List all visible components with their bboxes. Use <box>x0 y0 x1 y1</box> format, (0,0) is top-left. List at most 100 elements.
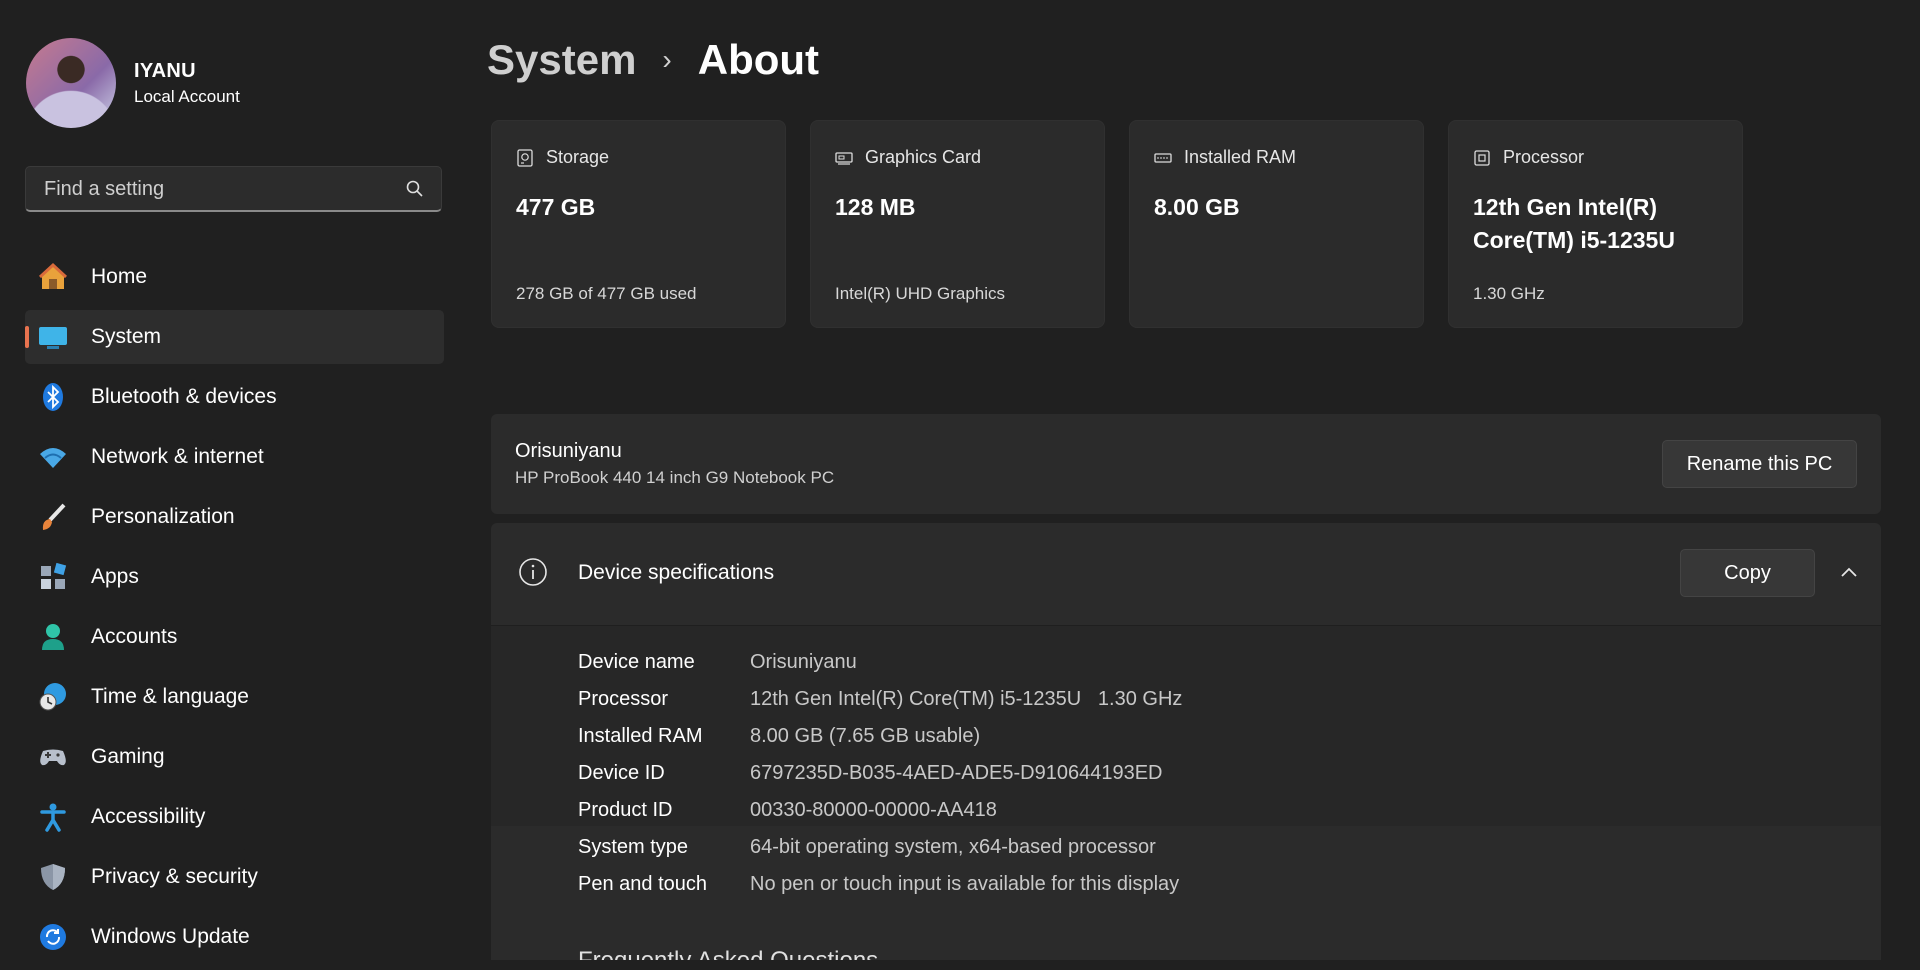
graphics-card[interactable]: Graphics Card 128 MB Intel(R) UHD Graphi… <box>810 120 1105 328</box>
sidebar-item-home[interactable]: Home <box>25 250 444 304</box>
processor-card[interactable]: Processor 12th Gen Intel(R) Core(TM) i5-… <box>1448 120 1743 328</box>
device-specifications-panel: Device specifications Copy Device name Or… <box>491 523 1881 960</box>
breadcrumb: System › About <box>487 36 819 84</box>
sidebar-item-label: Time & language <box>91 685 249 708</box>
spec-row: Pen and touch No pen or touch input is av… <box>578 866 1182 903</box>
sidebar-item-accounts[interactable]: Accounts <box>25 610 444 664</box>
rename-pc-button[interactable]: Rename this PC <box>1662 440 1857 488</box>
sidebar-item-accessibility[interactable]: Accessibility <box>25 790 444 844</box>
sidebar-item-label: Windows Update <box>91 925 250 948</box>
spec-label: Processor <box>578 688 669 710</box>
info-icon <box>519 558 547 586</box>
spec-row: Installed RAM 8.00 GB (7.65 GB usable) <box>578 718 1182 755</box>
copy-button[interactable]: Copy <box>1680 549 1815 597</box>
spec-row: System type 64-bit operating system, x64-… <box>578 829 1182 866</box>
chevron-up-icon[interactable] <box>1839 563 1859 583</box>
ram-icon <box>1154 152 1172 163</box>
spec-label: Device ID <box>578 762 665 784</box>
sidebar-item-network[interactable]: Network & internet <box>25 430 444 484</box>
chevron-right-icon: › <box>662 44 672 75</box>
spec-row: Device name Orisuniyanu <box>578 644 1182 681</box>
card-header: Installed RAM <box>1154 147 1296 168</box>
accessibility-icon <box>37 801 69 833</box>
sidebar-item-label: Accessibility <box>91 805 206 828</box>
sidebar-item-personalization[interactable]: Personalization <box>25 490 444 544</box>
bluetooth-icon <box>37 381 69 413</box>
graphics-card-icon <box>835 151 853 165</box>
card-subtext: 1.30 GHz <box>1473 284 1545 303</box>
apps-icon <box>37 561 69 593</box>
sidebar-item-label: Gaming <box>91 745 165 768</box>
spec-list: Device name Orisuniyanu Processor 12th Gen… <box>578 644 1182 903</box>
faq-heading[interactable]: Frequently Asked Questions <box>578 947 878 960</box>
spec-label: Pen and touch <box>578 873 707 895</box>
globe-clock-icon <box>37 681 69 713</box>
spec-row: Device ID 6797235D-B035-4AED-ADE5-D910644… <box>578 755 1182 792</box>
card-subtext: 278 GB of 477 GB used <box>516 284 697 303</box>
sidebar-item-privacy[interactable]: Privacy & security <box>25 850 444 904</box>
spec-value: 8.00 GB (7.65 GB usable) <box>750 725 981 747</box>
brush-icon <box>37 501 69 533</box>
sidebar-item-gaming[interactable]: Gaming <box>25 730 444 784</box>
card-value: 477 GB <box>516 194 596 220</box>
pc-model: HP ProBook 440 14 inch G9 Notebook PC <box>515 468 835 487</box>
spec-row: Processor 12th Gen Intel(R) Core(TM) i5-1… <box>578 681 1182 718</box>
sidebar-item-label: Home <box>91 265 148 288</box>
card-title: Installed RAM <box>1184 147 1297 167</box>
sidebar-item-label: Network & internet <box>91 445 264 468</box>
sidebar-item-windows-update[interactable]: Windows Update <box>25 910 444 964</box>
section-title: Device specifications <box>578 561 775 584</box>
card-title: Processor <box>1503 147 1585 167</box>
processor-icon <box>1474 149 1490 166</box>
sidebar: IYANU Local Account Home System Bl <box>0 0 460 960</box>
spec-value: No pen or touch input is available for t… <box>750 873 1180 895</box>
shield-icon <box>37 861 69 893</box>
spec-value: 6797235D-B035-4AED-ADE5-D910644193ED <box>750 762 1163 784</box>
spec-label: Product ID <box>578 799 673 821</box>
spec-label: Installed RAM <box>578 725 703 747</box>
spec-value: 64-bit operating system, x64-based proce… <box>750 836 1156 858</box>
avatar[interactable] <box>26 38 116 128</box>
spec-row: Product ID 00330-80000-00000-AA418 <box>578 792 1182 829</box>
spec-label: System type <box>578 836 689 858</box>
sidebar-item-bluetooth[interactable]: Bluetooth & devices <box>25 370 444 424</box>
device-specifications-header[interactable]: Device specifications Copy <box>491 523 1881 626</box>
card-value: 128 MB <box>835 194 916 220</box>
profile-name: IYANU <box>134 59 196 82</box>
device-specifications-body: Device name Orisuniyanu Processor 12th Gen… <box>491 626 1881 895</box>
card-value: 8.00 GB <box>1154 194 1240 220</box>
ram-card[interactable]: Installed RAM 8.00 GB <box>1129 120 1424 328</box>
pc-name-panel: Orisuniyanu HP ProBook 440 14 inch G9 No… <box>491 414 1881 514</box>
breadcrumb-parent[interactable]: System <box>487 36 636 84</box>
card-title: Graphics Card <box>865 147 982 167</box>
person-icon <box>37 621 69 653</box>
sidebar-item-apps[interactable]: Apps <box>25 550 444 604</box>
summary-cards: Storage 477 GB 278 GB of 477 GB used Gra… <box>491 120 1767 328</box>
card-header: Processor <box>1473 147 1584 168</box>
sidebar-item-label: System <box>91 325 162 348</box>
storage-icon <box>517 148 533 167</box>
card-header: Graphics Card <box>835 147 981 168</box>
search-input[interactable] <box>42 177 386 202</box>
profile-text: IYANU Local Account <box>134 60 240 107</box>
gamepad-icon <box>37 741 69 773</box>
search-icon[interactable] <box>405 179 425 199</box>
spec-label: Device name <box>578 651 695 673</box>
sidebar-item-label: Privacy & security <box>91 865 258 888</box>
sidebar-item-label: Personalization <box>91 505 235 528</box>
user-profile[interactable]: IYANU Local Account <box>26 38 240 128</box>
spec-value: Orisuniyanu <box>750 651 857 673</box>
search-box[interactable] <box>25 166 442 212</box>
sidebar-item-system[interactable]: System <box>25 310 444 364</box>
pc-name: Orisuniyanu <box>515 440 622 462</box>
page-title: About <box>697 36 820 83</box>
home-icon <box>37 261 69 293</box>
sidebar-item-time-language[interactable]: Time & language <box>25 670 444 724</box>
spec-value: 00330-80000-00000-AA418 <box>750 799 997 821</box>
sidebar-item-label: Accounts <box>91 625 178 648</box>
wifi-icon <box>37 441 69 473</box>
card-subtext: Intel(R) UHD Graphics <box>835 284 1006 303</box>
storage-card[interactable]: Storage 477 GB 278 GB of 477 GB used <box>491 120 786 328</box>
card-header: Storage <box>516 147 609 168</box>
profile-account-type: Local Account <box>134 86 240 106</box>
